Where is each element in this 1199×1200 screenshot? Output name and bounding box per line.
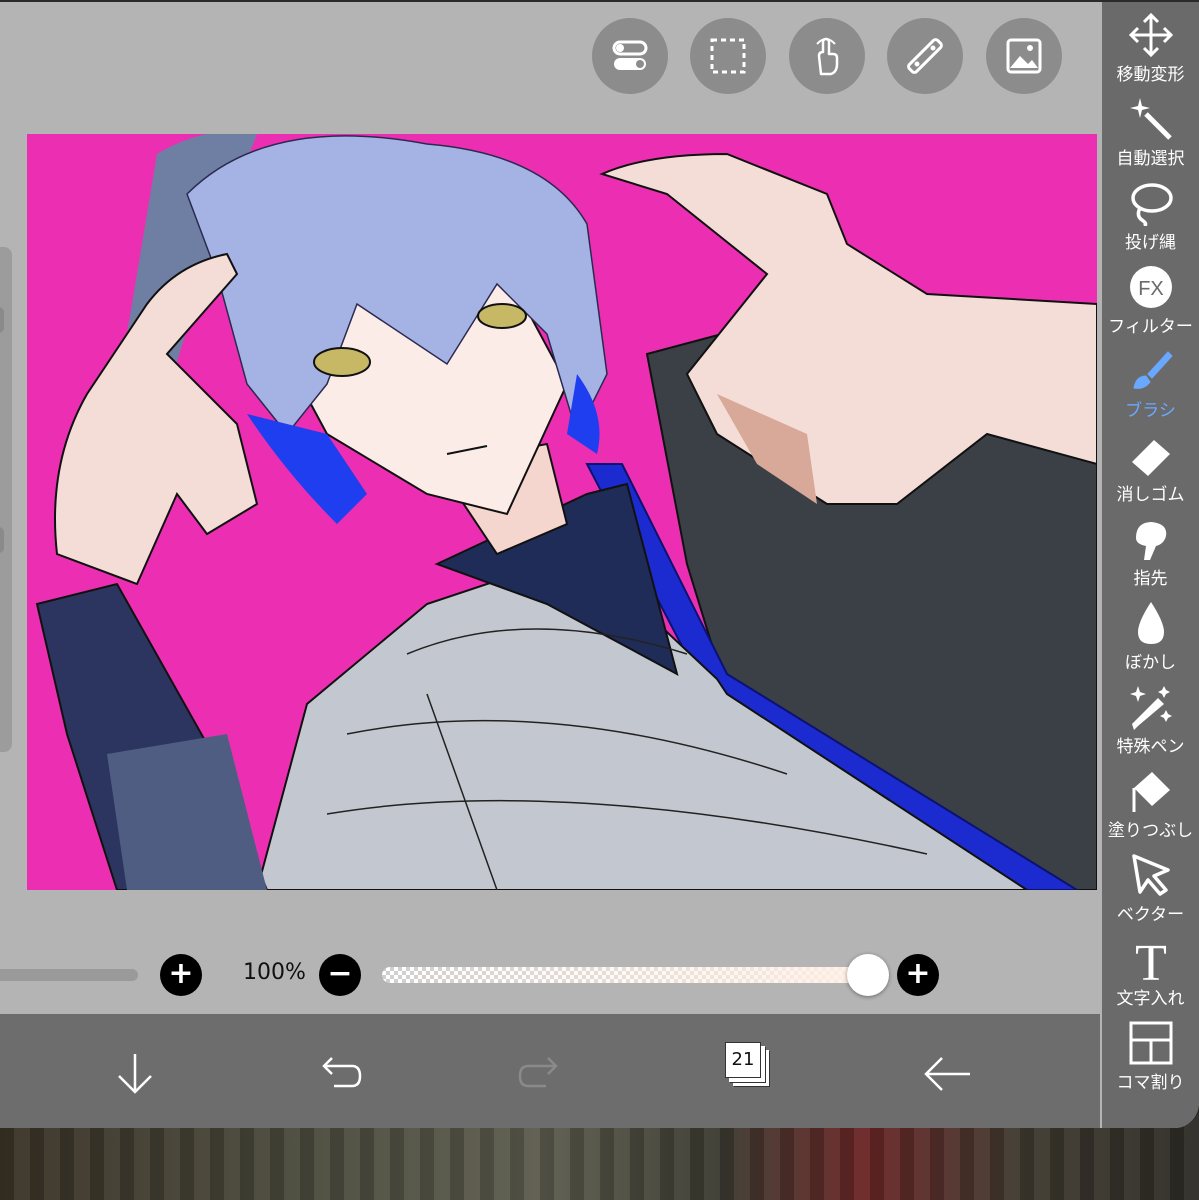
download-button[interactable] (105, 1044, 165, 1104)
tool-move-transform[interactable]: 移動変形 (1102, 8, 1199, 92)
tool-text[interactable]: T 文字入れ (1102, 932, 1199, 1016)
handle-notch (0, 307, 4, 333)
redo-button[interactable] (512, 1044, 572, 1104)
undo-icon (322, 1057, 362, 1088)
lasso-icon (1130, 183, 1173, 226)
app-window: + 100% − + 21 移動変形 自動選択 投げ縄 FX フィルター ブラシ… (0, 0, 1199, 1128)
image-icon (1006, 38, 1042, 74)
special-pen-icon (1129, 686, 1172, 730)
frame-divider-icon (1129, 1021, 1172, 1065)
canvas-artwork (35, 134, 1097, 890)
tool-label: 自動選択 (1116, 149, 1185, 169)
download-arrow-icon (118, 1054, 152, 1094)
tool-label: 移動変形 (1116, 65, 1185, 85)
tool-label: 文字入れ (1116, 989, 1185, 1009)
text-t-icon: T (1135, 936, 1167, 982)
brush-icon (1132, 351, 1173, 389)
tool-filter[interactable]: FX フィルター (1102, 260, 1199, 344)
magic-wand-icon (1129, 98, 1172, 140)
tool-fill[interactable]: 塗りつぶし (1102, 764, 1199, 848)
ruler-icon (907, 38, 943, 74)
svg-text:FX: FX (1138, 278, 1164, 300)
side-panel-handle[interactable] (0, 247, 12, 752)
tool-frame-divider[interactable]: コマ割り (1102, 1016, 1199, 1100)
tool-brush[interactable]: ブラシ (1102, 344, 1199, 428)
opacity-slider-track[interactable] (382, 967, 872, 983)
redo-icon (518, 1057, 558, 1088)
fx-icon: FX (1129, 266, 1172, 308)
layers-button[interactable]: 21 (725, 1042, 761, 1078)
tool-sidebar: 移動変形 自動選択 投げ縄 FX フィルター ブラシ 消しゴム 指先 ぼかし 特… (1102, 2, 1199, 1128)
finger-icon (1135, 522, 1166, 560)
undo-button[interactable] (308, 1044, 368, 1104)
tool-label: フィルター (1108, 317, 1193, 337)
blur-drop-icon (1137, 602, 1164, 644)
tool-finger[interactable]: 指先 (1102, 512, 1199, 596)
tool-label: 消しゴム (1116, 485, 1185, 505)
tool-label: 特殊ペン (1116, 737, 1185, 757)
opacity-percent-label: 100% (243, 960, 306, 985)
back-arrow-icon (924, 1057, 970, 1091)
toggle-button[interactable] (592, 18, 668, 94)
tool-label: コマ割り (1116, 1073, 1185, 1093)
hand-touch-icon (816, 37, 839, 76)
drawing-canvas[interactable] (27, 134, 1097, 890)
bottom-toolbar (0, 1014, 1100, 1128)
tool-label: 塗りつぶし (1107, 821, 1194, 841)
tool-label: 指先 (1133, 569, 1168, 589)
hand-touch-button[interactable] (789, 18, 865, 94)
fill-bucket-icon (1132, 772, 1170, 812)
tool-label: ぼかし (1125, 653, 1176, 673)
tool-special-pen[interactable]: 特殊ペン (1102, 680, 1199, 764)
ruler-button[interactable] (887, 18, 963, 94)
opacity-slider-knob[interactable] (847, 954, 889, 996)
selection-button[interactable] (690, 18, 766, 94)
eraser-icon (1131, 440, 1170, 476)
move-icon (1128, 12, 1173, 58)
tool-label: 投げ縄 (1125, 233, 1176, 253)
selection-icon (710, 38, 746, 74)
tool-label: ブラシ (1125, 401, 1176, 421)
tool-lasso[interactable]: 投げ縄 (1102, 176, 1199, 260)
svg-text:T: T (1135, 936, 1167, 982)
opacity-minus-button[interactable]: − (319, 954, 361, 996)
opacity-plus-button[interactable]: + (897, 954, 939, 996)
brush-size-slider[interactable] (0, 969, 138, 981)
handle-notch (0, 527, 4, 553)
toggle-icon (612, 40, 648, 70)
tool-auto-select[interactable]: 自動選択 (1102, 92, 1199, 176)
tool-vector[interactable]: ベクター (1102, 848, 1199, 932)
tool-label: ベクター (1116, 905, 1185, 925)
reference-image-button[interactable] (986, 18, 1062, 94)
brush-size-plus-button[interactable]: + (160, 954, 202, 996)
tool-eraser[interactable]: 消しゴム (1102, 428, 1199, 512)
vector-cursor-icon (1131, 854, 1170, 896)
tool-blur[interactable]: ぼかし (1102, 596, 1199, 680)
back-button[interactable] (918, 1044, 978, 1104)
